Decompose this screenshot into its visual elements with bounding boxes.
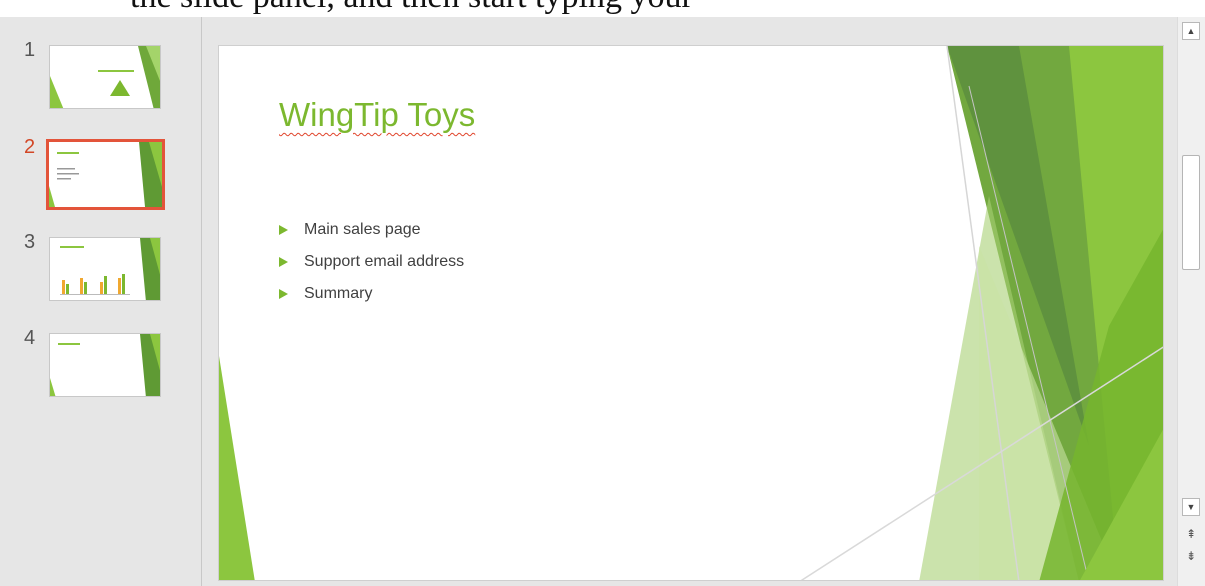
thumbnail-row-4[interactable]: 4	[0, 327, 201, 405]
slide-title[interactable]: WingTip Toys	[279, 96, 475, 134]
thumbnail-4-graphic	[50, 334, 160, 396]
bullet-text: Summary	[304, 285, 373, 302]
bullet-text: Main sales page	[304, 221, 421, 238]
next-slide-button[interactable]: ⇟	[1183, 549, 1199, 563]
document-text: the slide panel, and then start typing y…	[130, 0, 693, 16]
thumbnail-3-graphic	[60, 238, 160, 300]
slide-number-1: 1	[24, 39, 36, 61]
triangle-up-icon: ▲	[1186, 26, 1196, 36]
bullet-text: Support email address	[304, 253, 465, 270]
bullet-item[interactable]: Summary	[279, 280, 464, 312]
thumbnail-row-1[interactable]: 1	[0, 39, 201, 117]
bullet-item[interactable]: Support email address	[279, 248, 464, 280]
thumbnail-row-2[interactable]: 2	[0, 136, 201, 214]
slide-thumbnail-4[interactable]	[49, 333, 161, 397]
triangle-down-icon: ▼	[1186, 502, 1196, 512]
scroll-up-button[interactable]: ▲	[1182, 22, 1200, 40]
bullet-arrow-icon	[279, 257, 288, 267]
slide-title-text: WingTip Toys	[279, 96, 476, 133]
bullet-item[interactable]: Main sales page	[279, 216, 464, 248]
scroll-down-button[interactable]: ▼	[1182, 498, 1200, 516]
slide-thumbnail-3[interactable]	[49, 237, 161, 301]
double-chevron-down-icon: ⇟	[1185, 549, 1197, 563]
slide-thumbnail-2-selected[interactable]	[46, 139, 165, 210]
thumbnail-row-3[interactable]: 3	[0, 231, 201, 309]
pane-splitter[interactable]	[201, 17, 209, 586]
slide-thumbnail-1[interactable]	[49, 45, 161, 109]
current-slide[interactable]: WingTip Toys Main sales page Support ema…	[218, 45, 1164, 581]
slide-bullet-list[interactable]: Main sales page Support email address Su…	[279, 216, 464, 312]
scrollbar-thumb[interactable]	[1182, 155, 1200, 270]
slide-thumbnail-pane[interactable]: 1 2 3 4	[0, 17, 201, 586]
bullet-arrow-icon	[279, 289, 288, 299]
slide-number-4: 4	[24, 327, 36, 349]
double-chevron-up-icon: ⇞	[1185, 527, 1197, 541]
previous-slide-button[interactable]: ⇞	[1183, 527, 1199, 541]
document-text-fragment: the slide panel, and then start typing y…	[0, 0, 1205, 17]
slide-number-3: 3	[24, 231, 36, 253]
vertical-scrollbar[interactable]: ▲ ▼ ⇞ ⇟	[1177, 17, 1205, 586]
thumbnail-2-graphic	[49, 142, 162, 207]
bullet-arrow-icon	[279, 225, 288, 235]
slide-number-2: 2	[24, 136, 36, 158]
thumbnail-1-graphic	[50, 46, 160, 108]
